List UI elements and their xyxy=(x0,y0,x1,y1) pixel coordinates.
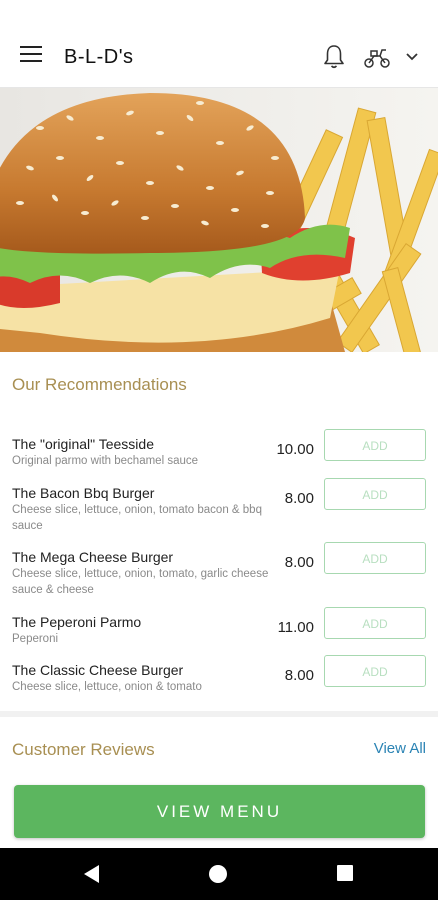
menu-item: The Mega Cheese Burger Cheese slice, let… xyxy=(12,542,432,598)
item-price: 11.00 xyxy=(277,619,314,636)
add-button[interactable]: ADD xyxy=(324,655,426,687)
section-divider xyxy=(0,711,438,717)
menu-item: The Classic Cheese Burger Cheese slice, … xyxy=(12,655,432,695)
add-button[interactable]: ADD xyxy=(324,607,426,639)
item-description: Cheese slice, lettuce, onion, tomato, ga… xyxy=(12,568,269,596)
back-triangle-icon[interactable] xyxy=(82,864,100,884)
menu-item: The "original" Teesside Original parmo w… xyxy=(12,429,432,469)
item-description: Cheese slice, lettuce, onion, tomato bac… xyxy=(12,504,262,532)
home-circle-icon[interactable] xyxy=(209,865,227,883)
hamburger-menu-icon[interactable] xyxy=(20,46,42,66)
chevron-down-icon[interactable] xyxy=(404,50,420,64)
app-title: B-L-D's xyxy=(64,46,134,68)
add-button[interactable]: ADD xyxy=(324,542,426,574)
item-price: 8.00 xyxy=(284,490,314,507)
hero-burger-image xyxy=(0,88,438,352)
recents-square-icon[interactable] xyxy=(337,865,353,881)
item-description: Cheese slice, lettuce, onion & tomato xyxy=(12,681,202,693)
add-button[interactable]: ADD xyxy=(324,429,426,461)
item-description: Original parmo with bechamel sauce xyxy=(12,455,199,467)
scooter-icon[interactable] xyxy=(362,46,392,70)
view-all-link[interactable]: View All xyxy=(374,740,426,757)
item-price: 8.00 xyxy=(284,554,314,571)
menu-item: The Bacon Bbq Burger Cheese slice, lettu… xyxy=(12,478,432,534)
view-menu-button[interactable]: VIEW MENU xyxy=(14,785,425,838)
item-price: 8.00 xyxy=(284,667,314,684)
bell-icon[interactable] xyxy=(322,44,346,70)
menu-item: The Peperoni Parmo Peperoni 11.00 ADD xyxy=(12,607,432,647)
add-button[interactable]: ADD xyxy=(324,478,426,510)
item-description: Peperoni xyxy=(12,633,59,645)
reviews-title: Customer Reviews xyxy=(12,740,155,759)
recommendations-title: Our Recommendations xyxy=(12,375,187,394)
app-bar: B-L-D's xyxy=(0,0,438,88)
item-price: 10.00 xyxy=(276,441,314,458)
system-nav-bar xyxy=(0,848,438,900)
